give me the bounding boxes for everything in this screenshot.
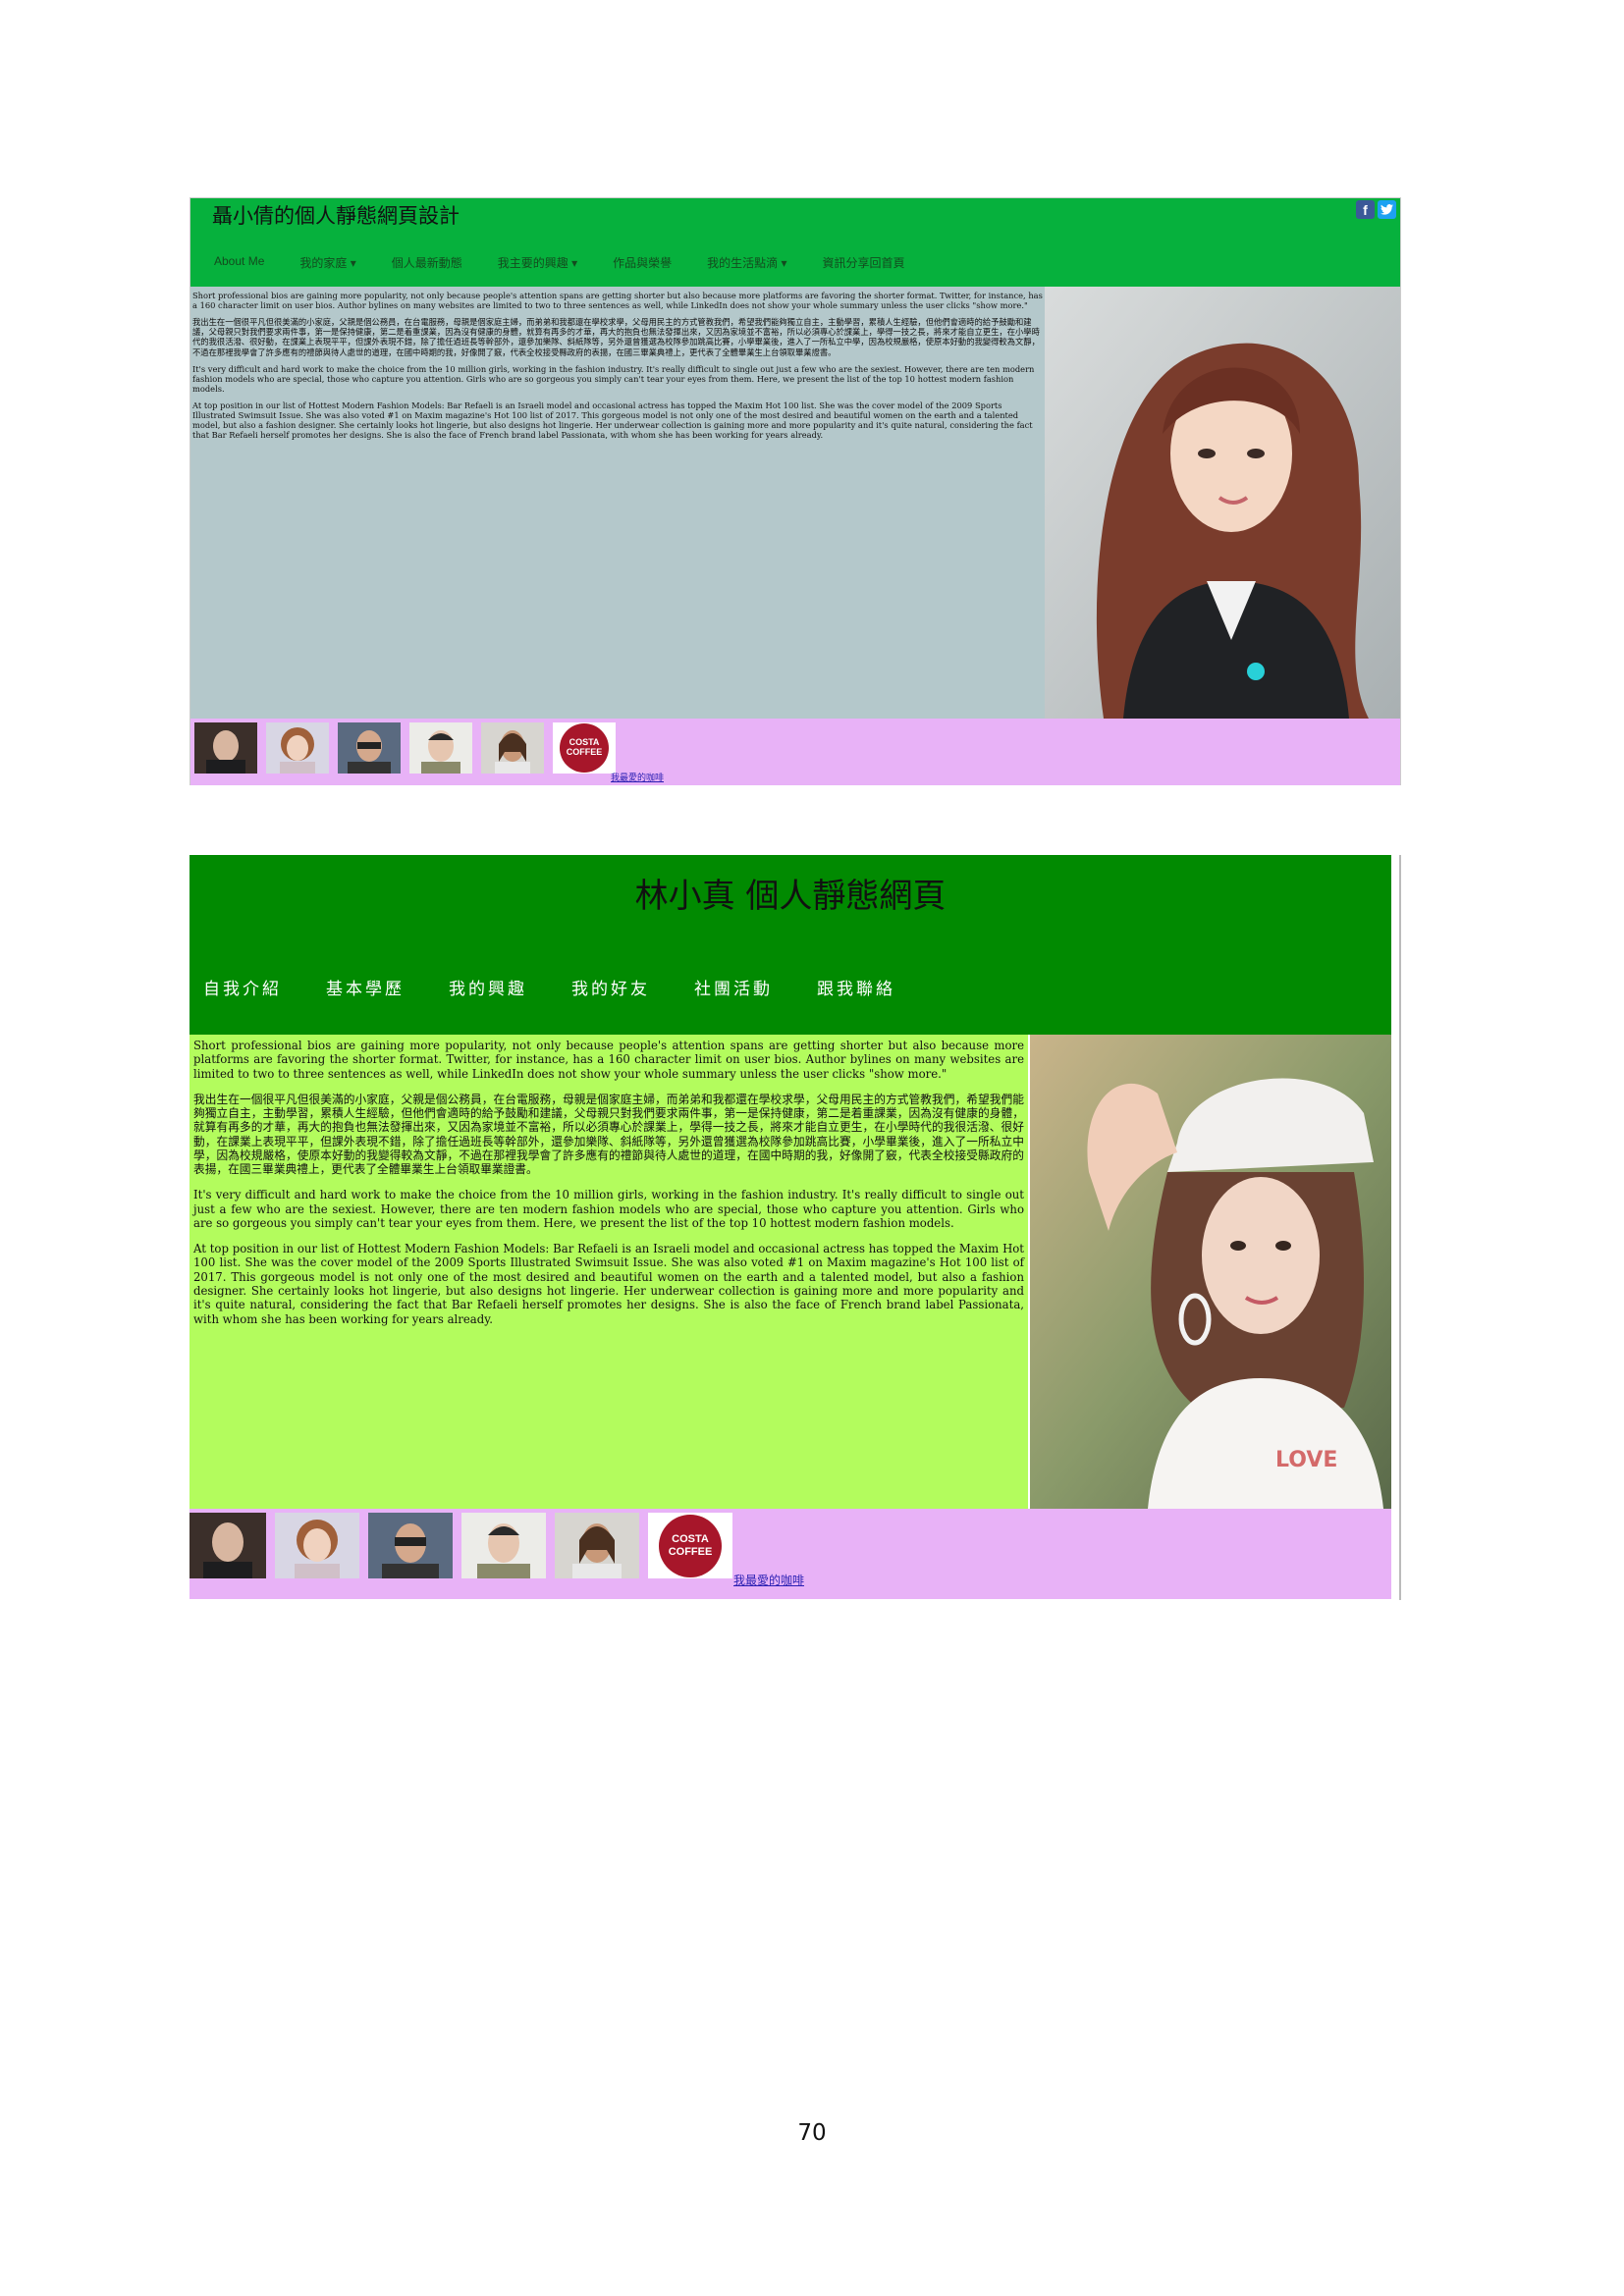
footer: COSTA COFFEE 我最愛的咖啡 bbox=[189, 1509, 1391, 1599]
svg-text:LOVE: LOVE bbox=[1275, 1448, 1337, 1472]
friend-thumbnails: COSTA COFFEE bbox=[194, 722, 616, 774]
page-number: 70 bbox=[797, 2120, 827, 2146]
main-content: Short professional bios are gaining more… bbox=[190, 287, 1045, 719]
nav-item-introduction[interactable]: 自我介紹 bbox=[203, 975, 282, 999]
friend-photo-1[interactable] bbox=[189, 1513, 266, 1578]
paragraph-autobiography: 我出生在一個很平凡但很美滿的小家庭，父親是個公務員，在台電服務，母親是個家庭主婦… bbox=[192, 317, 1040, 357]
nav-item-news[interactable]: 個人最新動態 bbox=[392, 254, 462, 271]
nav-item-interests[interactable]: 我主要的興趣 ▾ bbox=[498, 254, 577, 271]
friend-photo-5[interactable] bbox=[481, 722, 544, 774]
profile-photo: LOVE bbox=[1030, 1035, 1391, 1509]
twitter-icon[interactable] bbox=[1378, 200, 1396, 219]
friend-photo-3[interactable] bbox=[368, 1513, 453, 1578]
site-title: 聶小倩的個人靜態網頁設計 bbox=[212, 204, 460, 228]
nav-item-home[interactable]: 資訊分享回首頁 bbox=[822, 254, 904, 271]
nav-item-about[interactable]: About Me bbox=[214, 254, 264, 271]
nav-item-works[interactable]: 作品與榮譽 bbox=[613, 254, 672, 271]
nav-item-friends[interactable]: 我的好友 bbox=[571, 975, 650, 999]
nav-item-life[interactable]: 我的生活點滴 ▾ bbox=[707, 254, 786, 271]
nav-item-education[interactable]: 基本學歷 bbox=[326, 975, 405, 999]
screenshot-2: 林小真 個人靜態網頁 自我介紹 基本學歷 我的興趣 我的好友 社團活動 跟我聯絡… bbox=[189, 855, 1401, 1600]
costa-coffee-logo[interactable]: COSTA COFFEE bbox=[648, 1513, 732, 1578]
nav-item-family[interactable]: 我的家庭 ▾ bbox=[299, 254, 355, 271]
paragraph-fashion: It's very difficult and hard work to mak… bbox=[193, 1188, 1024, 1230]
screenshot-1: 聶小倩的個人靜態網頁設計 f About Me 我的家庭 ▾ 個人最新動態 我主… bbox=[189, 197, 1401, 785]
paragraph-fashion: It's very difficult and hard work to mak… bbox=[192, 363, 1035, 394]
friend-photo-2[interactable] bbox=[266, 722, 329, 774]
friend-photo-4[interactable] bbox=[461, 1513, 546, 1578]
friend-photo-2[interactable] bbox=[275, 1513, 359, 1578]
site-title: 林小真 個人靜態網頁 bbox=[634, 877, 947, 916]
friend-photo-5[interactable] bbox=[555, 1513, 639, 1578]
paragraph-bio: Short professional bios are gaining more… bbox=[193, 1039, 1024, 1081]
paragraph-model: At top position in our list of Hottest M… bbox=[192, 400, 1033, 441]
social-links: f bbox=[1356, 200, 1396, 219]
friend-photo-3[interactable] bbox=[338, 722, 401, 774]
facebook-icon[interactable]: f bbox=[1356, 200, 1375, 219]
favorite-coffee-link[interactable]: 我最愛的咖啡 bbox=[611, 771, 664, 783]
costa-coffee-logo[interactable]: COSTA COFFEE bbox=[553, 722, 616, 774]
nav-item-contact[interactable]: 跟我聯絡 bbox=[817, 975, 895, 999]
friend-photo-1[interactable] bbox=[194, 722, 257, 774]
paragraph-autobiography: 我出生在一個很平凡但很美滿的小家庭，父親是個公務員，在台電服務，母親是個家庭主婦… bbox=[193, 1092, 1024, 1177]
paragraph-bio: Short professional bios are gaining more… bbox=[192, 291, 1043, 311]
footer: COSTA COFFEE 我最愛的咖啡 bbox=[190, 719, 1400, 785]
main-nav: About Me 我的家庭 ▾ 個人最新動態 我主要的興趣 ▾ 作品與榮譽 我的… bbox=[214, 254, 941, 271]
nav-item-clubs[interactable]: 社團活動 bbox=[694, 975, 773, 999]
friend-thumbnails: COSTA COFFEE bbox=[189, 1513, 732, 1578]
nav-item-interests[interactable]: 我的興趣 bbox=[449, 975, 527, 999]
site-header: 林小真 個人靜態網頁 自我介紹 基本學歷 我的興趣 我的好友 社團活動 跟我聯絡 bbox=[189, 855, 1391, 1035]
main-content: Short professional bios are gaining more… bbox=[189, 1035, 1028, 1509]
favorite-coffee-link[interactable]: 我最愛的咖啡 bbox=[733, 1572, 804, 1588]
main-nav: 自我介紹 基本學歷 我的興趣 我的好友 社團活動 跟我聯絡 bbox=[203, 975, 940, 999]
profile-photo bbox=[1045, 287, 1400, 719]
paragraph-model: At top position in our list of Hottest M… bbox=[193, 1242, 1024, 1326]
site-header: 聶小倩的個人靜態網頁設計 f About Me 我的家庭 ▾ 個人最新動態 我主… bbox=[190, 198, 1400, 287]
friend-photo-4[interactable] bbox=[409, 722, 472, 774]
